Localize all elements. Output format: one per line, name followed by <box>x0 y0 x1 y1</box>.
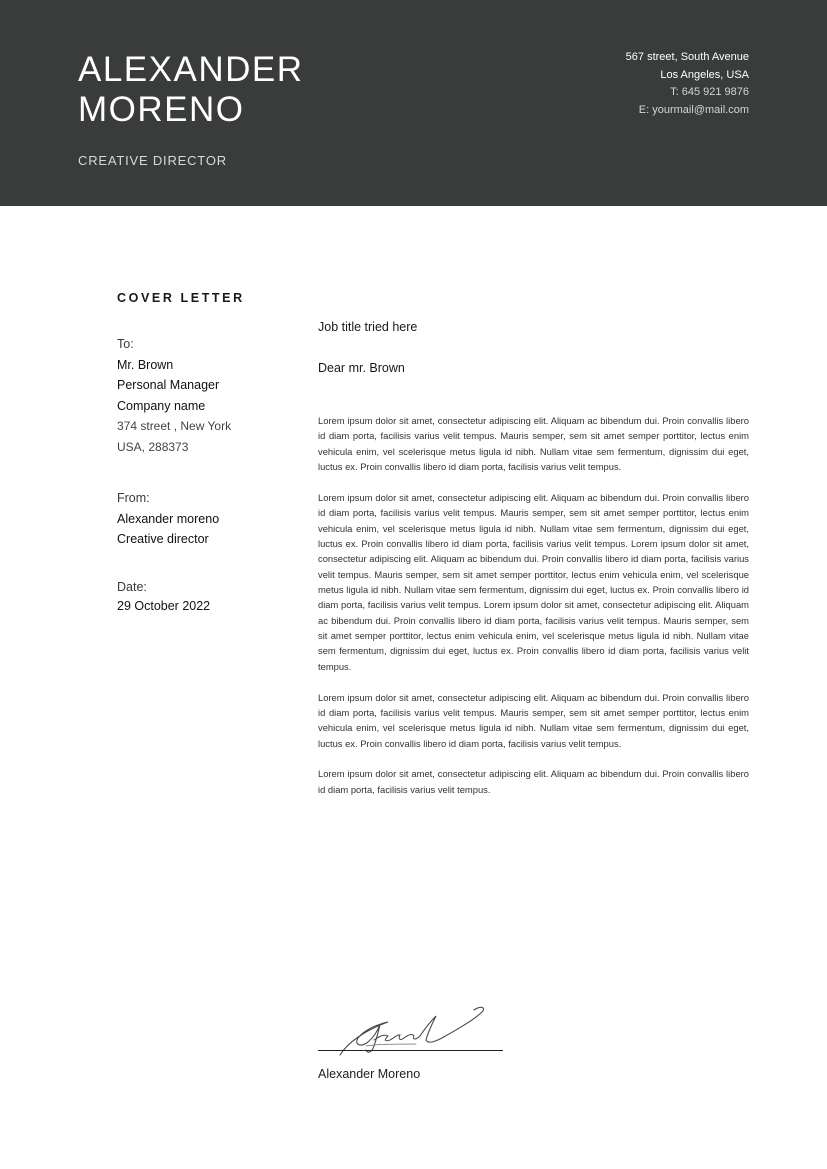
recipient-address-line1: 374 street , New York <box>117 419 232 433</box>
sender-block: From: Alexander moreno Creative director <box>117 488 297 550</box>
section-title: COVER LETTER <box>117 291 245 305</box>
header-banner: ALEXANDER MORENO CREATIVE DIRECTOR 567 s… <box>0 0 827 206</box>
applicant-role: CREATIVE DIRECTOR <box>78 153 227 168</box>
job-title: Job title tried here <box>318 320 418 334</box>
letter-paragraph-3: Lorem ipsum dolor sit amet, consectetur … <box>318 691 749 749</box>
recipient-name: Mr. Brown <box>117 357 174 372</box>
letter-body: Lorem ipsum dolor sit amet, consectetur … <box>318 413 749 813</box>
recipient-block: To: Mr. Brown Personal Manager Company n… <box>117 334 297 457</box>
contact-city: Los Angeles, USA <box>660 68 749 81</box>
recipient-position: Personal Manager <box>117 378 220 392</box>
contact-info: 567 street, South Avenue Los Angeles, US… <box>626 49 749 119</box>
sender-position: Creative director <box>117 532 209 546</box>
contact-phone: T: 645 921 9876 <box>670 86 749 98</box>
letter-paragraph-4: Lorem ipsum dolor sit amet, consectetur … <box>318 768 749 795</box>
handwritten-signature <box>339 1006 485 1056</box>
applicant-name: ALEXANDER MORENO <box>78 50 304 130</box>
signature-name: Alexander Moreno <box>318 1067 421 1081</box>
sender-label: From: <box>117 491 150 505</box>
sender-name: Alexander moreno <box>117 511 220 526</box>
letter-paragraph-2: Lorem ipsum dolor sit amet, consectetur … <box>318 491 749 672</box>
recipient-label: To: <box>117 337 134 351</box>
date-label: Date: <box>117 580 147 594</box>
applicant-name-line1: ALEXANDER <box>78 50 304 89</box>
signature-line <box>318 1050 503 1051</box>
recipient-company: Company name <box>117 398 206 413</box>
salutation: Dear mr. Brown <box>318 361 405 375</box>
recipient-address-line2: USA, 288373 <box>117 439 189 454</box>
letter-paragraph-1: Lorem ipsum dolor sit amet, consectetur … <box>318 415 749 473</box>
contact-street: 567 street, South Avenue <box>625 51 749 63</box>
date-block: Date: 29 October 2022 <box>117 578 297 615</box>
applicant-name-line2: MORENO <box>78 90 245 129</box>
contact-email: E: yourmail@mail.com <box>638 103 749 116</box>
date-value: 29 October 2022 <box>117 598 211 613</box>
